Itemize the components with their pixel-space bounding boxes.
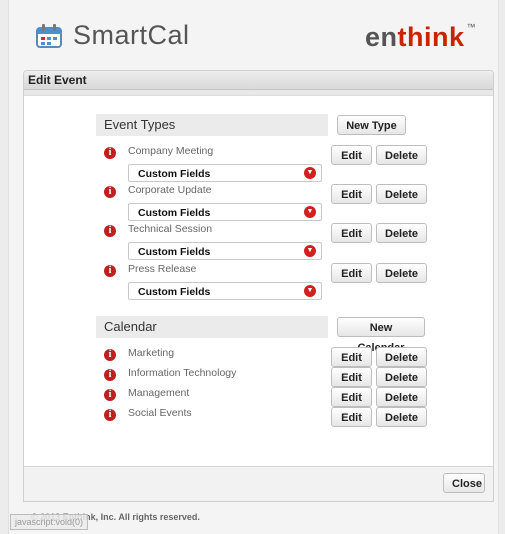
select-value: Custom Fields <box>138 168 211 180</box>
app-name: SmartCal <box>73 20 190 50</box>
info-icon[interactable]: i <box>104 186 116 198</box>
custom-fields-select[interactable]: Custom Fields ▼ <box>128 282 322 300</box>
calendar-name: Marketing <box>128 347 175 359</box>
select-value: Custom Fields <box>138 246 211 258</box>
event-types-heading: Event Types <box>96 114 328 136</box>
event-type-name: Corporate Update <box>128 184 212 196</box>
brand-logo: enthink ™ <box>365 22 476 53</box>
delete-button[interactable]: Delete <box>376 347 427 367</box>
edit-button[interactable]: Edit <box>331 223 372 243</box>
chevron-down-icon: ▼ <box>304 206 316 218</box>
custom-fields-select[interactable]: Custom Fields ▼ <box>128 203 322 221</box>
edit-button[interactable]: Edit <box>331 367 372 387</box>
new-calendar-button[interactable]: New Calendar <box>337 317 425 354</box>
page: SmartCal enthink ™ Edit Event Event Types… <box>8 0 499 534</box>
info-icon[interactable]: i <box>104 265 116 277</box>
edit-button[interactable]: Edit <box>331 263 372 283</box>
status-bar-link-preview: javascript:void(0) <box>10 514 89 530</box>
event-type-name: Press Release <box>128 263 197 275</box>
info-icon[interactable]: i <box>104 147 116 159</box>
edit-button[interactable]: Edit <box>331 387 372 407</box>
delete-button[interactable]: Delete <box>376 223 427 243</box>
calendar-name: Social Events <box>128 407 192 419</box>
calendar-name: Management <box>128 387 190 399</box>
delete-button[interactable]: Delete <box>376 367 427 387</box>
delete-button[interactable]: Delete <box>376 407 427 427</box>
chevron-down-icon: ▼ <box>304 285 316 297</box>
select-value: Custom Fields <box>138 207 211 219</box>
event-type-name: Company Meeting <box>128 145 214 157</box>
info-icon[interactable]: i <box>104 409 116 421</box>
info-icon[interactable]: i <box>104 349 116 361</box>
edit-event-panel: Edit Event Event Types New Type i Compan… <box>23 70 494 502</box>
panel-footer: Close <box>24 466 493 501</box>
event-type-name: Technical Session <box>128 223 213 235</box>
edit-button[interactable]: Edit <box>331 145 372 165</box>
info-icon[interactable]: i <box>104 389 116 401</box>
edit-button[interactable]: Edit <box>331 184 372 204</box>
panel-divider <box>24 90 493 96</box>
calendar-heading: Calendar <box>96 316 328 338</box>
calendar-icon <box>35 22 65 50</box>
edit-button[interactable]: Edit <box>331 347 372 367</box>
custom-fields-select[interactable]: Custom Fields ▼ <box>128 242 322 260</box>
chevron-down-icon: ▼ <box>304 167 316 179</box>
brand-prefix: en <box>364 22 398 52</box>
delete-button[interactable]: Delete <box>376 387 427 407</box>
info-icon[interactable]: i <box>104 369 116 381</box>
custom-fields-select[interactable]: Custom Fields ▼ <box>128 164 322 182</box>
delete-button[interactable]: Delete <box>376 145 427 165</box>
delete-button[interactable]: Delete <box>376 184 427 204</box>
trademark: ™ <box>466 22 476 32</box>
chevron-down-icon: ▼ <box>304 245 316 257</box>
info-icon[interactable]: i <box>104 225 116 237</box>
brand-highlight: think <box>397 22 465 52</box>
panel-title: Edit Event <box>24 71 493 90</box>
edit-button[interactable]: Edit <box>331 407 372 427</box>
delete-button[interactable]: Delete <box>376 263 427 283</box>
new-type-button[interactable]: New Type <box>337 115 406 135</box>
app-logo: SmartCal <box>35 20 190 51</box>
select-value: Custom Fields <box>138 286 211 298</box>
calendar-name: Information Technology <box>128 367 237 379</box>
close-button[interactable]: Close <box>443 473 485 493</box>
